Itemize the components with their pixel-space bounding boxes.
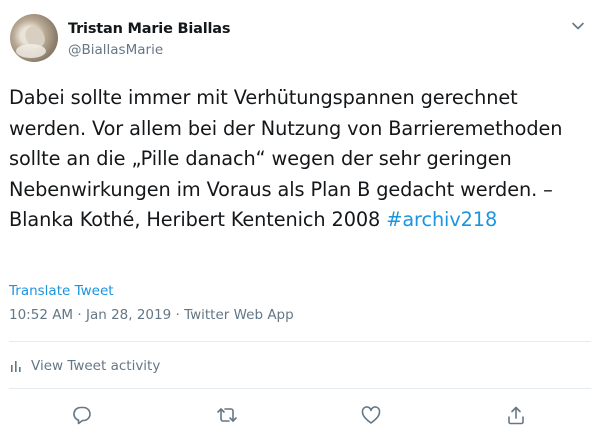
translate-tweet-link[interactable]: Translate Tweet bbox=[9, 283, 114, 299]
tweet-source: Twitter Web App bbox=[184, 307, 294, 323]
speech-bubble-icon bbox=[73, 406, 91, 425]
tweet-card: Tristan Marie Biallas @BiallasMarie Dabe… bbox=[0, 0, 591, 448]
tweet-text: Dabei sollte immer mit Verhütungspannen … bbox=[9, 83, 584, 236]
like-button[interactable] bbox=[360, 404, 382, 426]
chevron-down-icon[interactable] bbox=[571, 18, 585, 32]
retweet-icon bbox=[217, 408, 237, 422]
avatar[interactable] bbox=[10, 14, 58, 62]
share-upload-icon bbox=[508, 406, 524, 425]
tweet-date[interactable]: Jan 28, 2019 bbox=[86, 307, 171, 323]
tweet-time[interactable]: 10:52 AM bbox=[9, 307, 73, 323]
tweet-metadata: 10:52 AM · Jan 28, 2019 · Twitter Web Ap… bbox=[9, 307, 294, 323]
author-handle[interactable]: @BiallasMarie bbox=[68, 42, 163, 58]
hashtag-link[interactable]: #archiv218 bbox=[386, 208, 497, 231]
reply-button[interactable] bbox=[71, 404, 93, 426]
divider bbox=[9, 388, 591, 389]
meta-separator: · bbox=[171, 307, 185, 323]
retweet-button[interactable] bbox=[216, 404, 238, 426]
bar-chart-icon bbox=[11, 361, 21, 372]
author-name[interactable]: Tristan Marie Biallas bbox=[68, 21, 231, 37]
share-button[interactable] bbox=[505, 404, 527, 426]
view-tweet-activity-link[interactable]: View Tweet activity bbox=[9, 357, 160, 375]
activity-label: View Tweet activity bbox=[31, 358, 161, 374]
meta-separator: · bbox=[73, 307, 86, 323]
action-bar bbox=[0, 404, 591, 426]
divider bbox=[9, 341, 591, 342]
heart-icon bbox=[361, 406, 381, 424]
